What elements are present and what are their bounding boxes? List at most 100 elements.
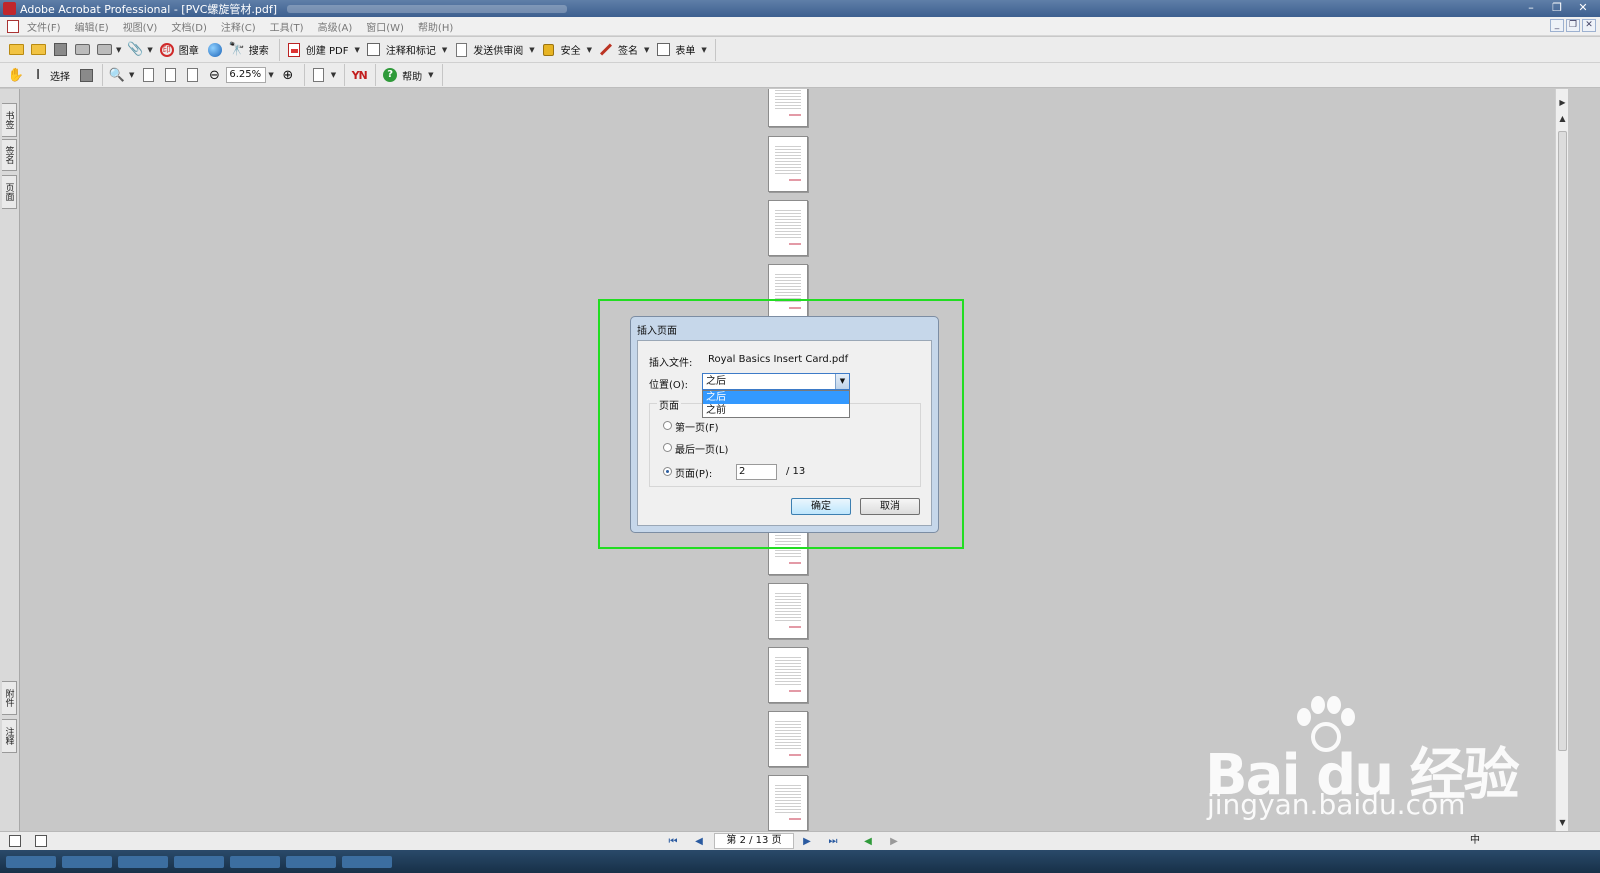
tab-comments[interactable]: 注释 (2, 719, 17, 753)
fit-page-button[interactable] (160, 66, 180, 84)
sign-label[interactable]: 签名 (618, 42, 638, 57)
first-page-label[interactable]: 第一页(F) (675, 419, 719, 434)
ime-indicator[interactable]: 中 (1470, 834, 1480, 848)
print-button[interactable] (72, 41, 92, 59)
page-thumbnail[interactable] (768, 775, 808, 831)
next-page-button[interactable]: ▶ (799, 834, 815, 849)
chevron-down-icon[interactable]: ▼ (587, 46, 592, 54)
forms-label[interactable]: 表单 (675, 42, 695, 57)
tab-bookmarks[interactable]: 书签 (2, 103, 17, 137)
menu-tools[interactable]: 工具(T) (270, 19, 304, 34)
chevron-down-icon[interactable]: ▼ (529, 46, 534, 54)
page-thumbnail[interactable] (768, 647, 808, 703)
chevron-down-icon[interactable]: ▼ (268, 71, 273, 79)
last-page-radio[interactable] (663, 443, 672, 452)
chevron-down-icon[interactable]: ▼ (644, 46, 649, 54)
last-page-label[interactable]: 最后一页(L) (675, 441, 728, 456)
page-number-input[interactable]: 2 (736, 464, 777, 480)
first-page-radio[interactable] (663, 421, 672, 430)
doc-restore-button[interactable]: ❐ (1566, 19, 1580, 32)
chevron-down-icon[interactable]: ▼ (147, 46, 152, 54)
minimize-button[interactable]: – (1520, 1, 1542, 15)
menu-help[interactable]: 帮助(H) (418, 19, 453, 34)
prev-page-button[interactable]: ◀ (691, 834, 707, 849)
snapshot-button[interactable] (76, 66, 96, 84)
chevron-down-icon[interactable]: ▼ (354, 46, 359, 54)
scroll-up-icon[interactable]: ▲ (1557, 113, 1568, 124)
page-radio[interactable] (663, 467, 672, 476)
create-pdf-label[interactable]: 创建 PDF (306, 42, 349, 57)
page-number-field[interactable]: 第 2 / 13 页 (714, 833, 794, 849)
doc-minimize-button[interactable]: _ (1550, 19, 1564, 32)
open-button[interactable] (6, 41, 26, 59)
yn-plugin-button[interactable]: YN (349, 66, 369, 84)
taskbar-item[interactable] (342, 855, 392, 868)
document-icon[interactable] (7, 19, 19, 33)
vertical-scrollbar[interactable]: ▶ ▲ ▼ (1555, 89, 1568, 831)
menu-window[interactable]: 窗口(W) (366, 19, 404, 34)
chevron-down-icon[interactable]: ▼ (835, 374, 849, 389)
back-view-button[interactable]: ◀ (860, 834, 876, 849)
tab-attachments[interactable]: 附件 (2, 681, 17, 715)
close-button[interactable]: ✕ (1572, 1, 1594, 15)
tab-signatures[interactable]: 签名 (2, 139, 17, 171)
chevron-down-icon[interactable]: ▼ (331, 71, 336, 79)
menu-view[interactable]: 视图(V) (123, 19, 158, 34)
scrollbar-thumb[interactable] (1558, 131, 1567, 751)
menu-advanced[interactable]: 高级(A) (318, 19, 353, 34)
attach-button[interactable]: 📎 (125, 41, 145, 59)
chevron-down-icon[interactable]: ▼ (116, 46, 121, 54)
menu-document[interactable]: 文档(D) (171, 19, 207, 34)
security-label[interactable]: 安全 (561, 42, 581, 57)
taskbar-item[interactable] (286, 855, 336, 868)
zoom-in-button[interactable]: ⊕ (278, 66, 298, 84)
stamp-button[interactable]: 印 (157, 41, 177, 59)
forward-view-button[interactable]: ▶ (886, 834, 902, 849)
position-select[interactable]: 之后 ▼ (702, 373, 850, 390)
stamp-label[interactable]: 图章 (179, 42, 199, 57)
taskbar-item[interactable] (230, 855, 280, 868)
zoom-input[interactable]: 6.25% (226, 67, 267, 83)
help-button[interactable]: ? (380, 66, 400, 84)
chevron-down-icon[interactable]: ▼ (129, 71, 134, 79)
page-layout-button[interactable] (309, 66, 329, 84)
save-button[interactable] (50, 41, 70, 59)
option-after[interactable]: 之后 (703, 391, 849, 404)
web-button[interactable] (205, 41, 225, 59)
document-status-icon[interactable] (35, 835, 47, 847)
zoom-out-button[interactable]: ⊖ (204, 66, 224, 84)
chevron-down-icon[interactable]: ▼ (701, 46, 706, 54)
forms-button[interactable] (653, 41, 673, 59)
menu-comments[interactable]: 注释(C) (221, 19, 256, 34)
search-button[interactable]: 🔭 (227, 41, 247, 59)
menu-edit[interactable]: 编辑(E) (75, 19, 109, 34)
doc-close-button[interactable]: ✕ (1582, 19, 1596, 32)
page-thumbnail[interactable] (768, 583, 808, 639)
chevron-down-icon[interactable]: ▼ (442, 46, 447, 54)
menu-file[interactable]: 文件(F) (27, 19, 61, 34)
actual-size-button[interactable] (138, 66, 158, 84)
tab-pages[interactable]: 页面 (2, 175, 17, 209)
taskbar-item[interactable] (6, 855, 56, 868)
page-thumbnail[interactable] (768, 200, 808, 256)
select-tool-button[interactable]: I (28, 66, 48, 84)
taskbar-item[interactable] (174, 855, 224, 868)
page-thumbnail[interactable] (768, 136, 808, 192)
help-label[interactable]: 帮助 (402, 68, 422, 83)
cancel-button[interactable]: 取消 (860, 498, 920, 515)
send-review-button[interactable] (451, 41, 471, 59)
scroll-down-icon[interactable]: ▼ (1557, 817, 1568, 828)
security-button[interactable] (539, 41, 559, 59)
chevron-down-icon[interactable]: ▼ (428, 71, 433, 79)
first-page-button[interactable]: ⏮ (665, 834, 681, 849)
taskbar-item[interactable] (62, 855, 112, 868)
zoom-in-tool-button[interactable]: 🔍 (107, 66, 127, 84)
search-label[interactable]: 搜索 (249, 42, 269, 57)
page-thumbnail[interactable] (768, 89, 808, 127)
email-button[interactable] (94, 41, 114, 59)
comment-markup-label[interactable]: 注释和标记 (386, 42, 436, 57)
sign-button[interactable] (596, 41, 616, 59)
restore-button[interactable]: ❐ (1546, 1, 1568, 15)
hand-tool-button[interactable]: ✋ (6, 66, 26, 84)
comment-button[interactable] (364, 41, 384, 59)
